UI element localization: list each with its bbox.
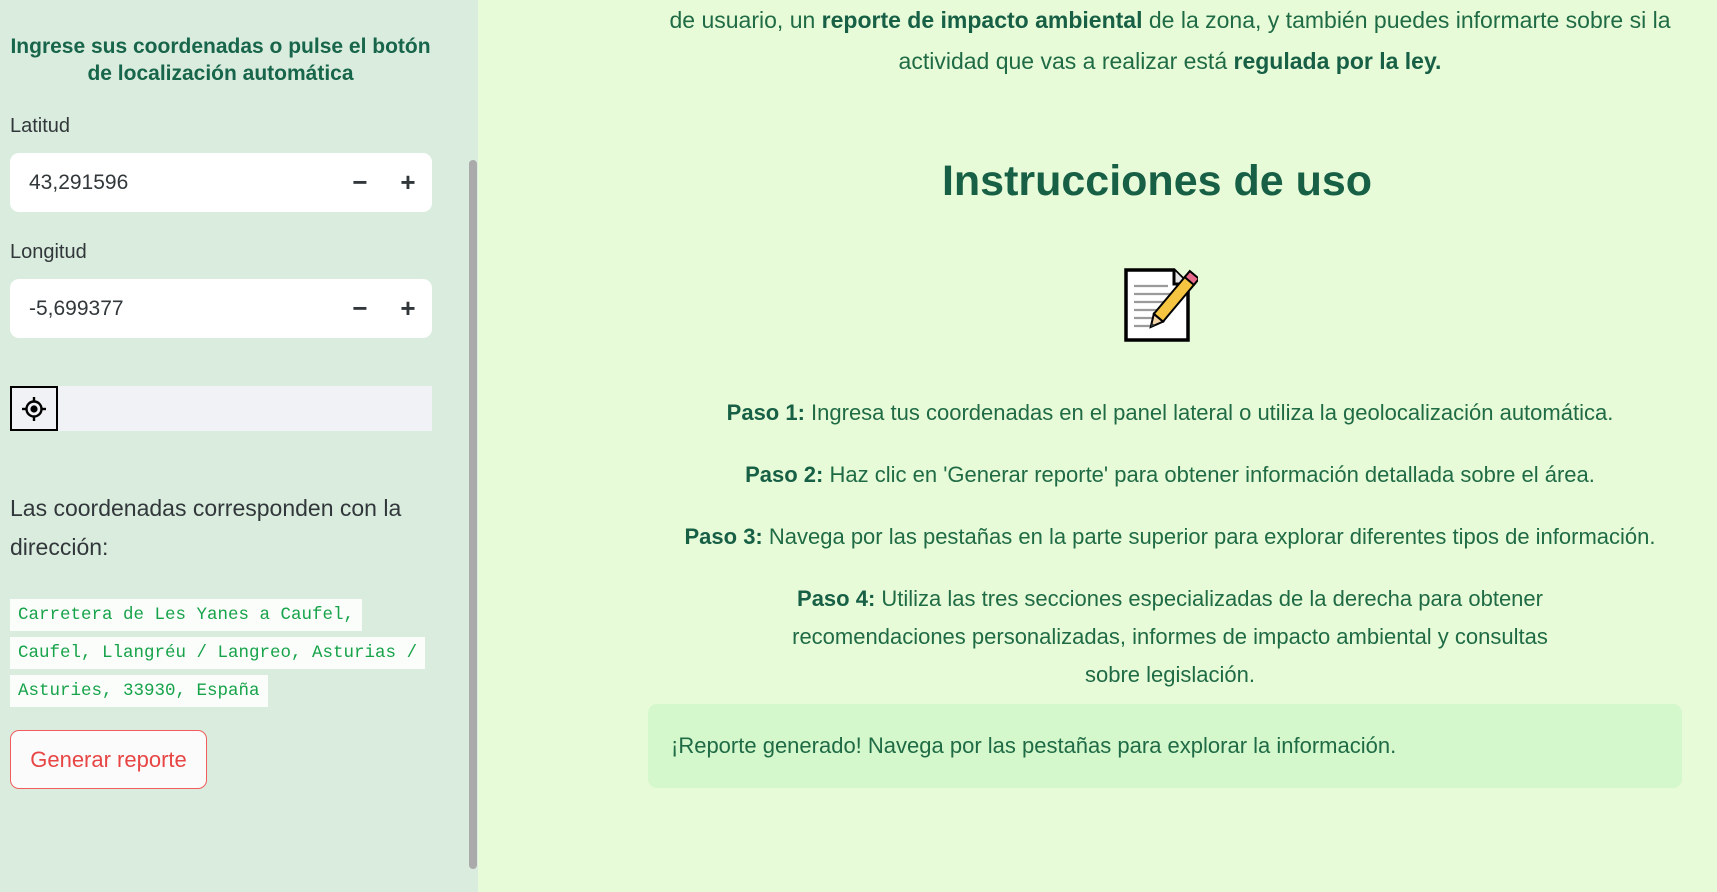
address-line: Carretera de Les Yanes a Caufel, <box>10 599 363 631</box>
latitude-increment-button[interactable]: + <box>384 153 432 212</box>
latitude-decrement-button[interactable]: − <box>336 153 384 212</box>
step-item: Paso 4: Utiliza las tres secciones espec… <box>648 580 1692 694</box>
step-text: Utiliza las tres secciones especializada… <box>792 586 1548 687</box>
address-line: Asturies, 33930, España <box>10 675 268 707</box>
longitude-label: Longitud <box>10 241 87 263</box>
address-intro: Las coordenadas corresponden con la dire… <box>10 495 402 560</box>
intro-text: de la zona, y también puedes informarte … <box>1142 7 1671 33</box>
generate-report-button[interactable]: Generar reporte <box>10 730 207 789</box>
success-message: ¡Reporte generado! Navega por las pestañ… <box>671 733 1397 758</box>
geolocation-widget <box>10 386 432 431</box>
intro-text: actividad que vas a realizar está <box>898 48 1234 74</box>
success-alert: ¡Reporte generado! Navega por las pestañ… <box>648 704 1682 788</box>
step-text: Navega por las pestañas en la parte supe… <box>762 524 1656 549</box>
sidebar: Ingrese sus coordenadas o pulse el botón… <box>0 0 478 892</box>
step-item: Paso 3: Navega por las pestañas en la pa… <box>648 518 1692 556</box>
intro-text: de usuario, un <box>669 7 822 33</box>
notepad-pencil-icon <box>1118 264 1201 344</box>
main-content: de usuario, un reporte de impacto ambien… <box>478 0 1717 892</box>
page-title: Instrucciones de uso <box>941 157 1373 205</box>
intro-bold-impact: reporte de impacto ambiental <box>821 7 1143 33</box>
sidebar-heading: Ingrese sus coordenadas o pulse el botón… <box>10 35 431 85</box>
latitude-input[interactable]: 43,291596 − + <box>10 153 432 212</box>
longitude-value[interactable]: -5,699377 <box>10 297 336 321</box>
geolocate-button[interactable] <box>10 386 58 431</box>
sidebar-scrollbar[interactable] <box>469 160 477 869</box>
intro-bold-law: regulada por la ley. <box>1233 48 1442 74</box>
steps-list: Paso 1: Ingresa tus coordenadas en el pa… <box>648 394 1692 718</box>
step-item: Paso 2: Haz clic en 'Generar reporte' pa… <box>648 456 1692 494</box>
step-label: Paso 3: <box>684 524 763 549</box>
step-text: Ingresa tus coordenadas en el panel late… <box>804 400 1614 425</box>
crosshair-icon <box>22 396 46 421</box>
longitude-input[interactable]: -5,699377 − + <box>10 279 432 338</box>
step-label: Paso 1: <box>726 400 805 425</box>
longitude-increment-button[interactable]: + <box>384 279 432 338</box>
step-text: Haz clic en 'Generar reporte' para obten… <box>823 462 1595 487</box>
intro-paragraph: de usuario, un reporte de impacto ambien… <box>648 0 1692 82</box>
step-label: Paso 4: <box>797 586 876 611</box>
address-line: Caufel, Llangréu / Langreo, Asturias / <box>10 637 426 669</box>
step-item: Paso 1: Ingresa tus coordenadas en el pa… <box>648 394 1692 432</box>
longitude-decrement-button[interactable]: − <box>336 279 384 338</box>
latitude-label: Latitud <box>10 115 71 137</box>
step-label: Paso 2: <box>745 462 824 487</box>
address-code: Carretera de Les Yanes a Caufel, Caufel,… <box>10 596 440 710</box>
latitude-value[interactable]: 43,291596 <box>10 171 336 195</box>
